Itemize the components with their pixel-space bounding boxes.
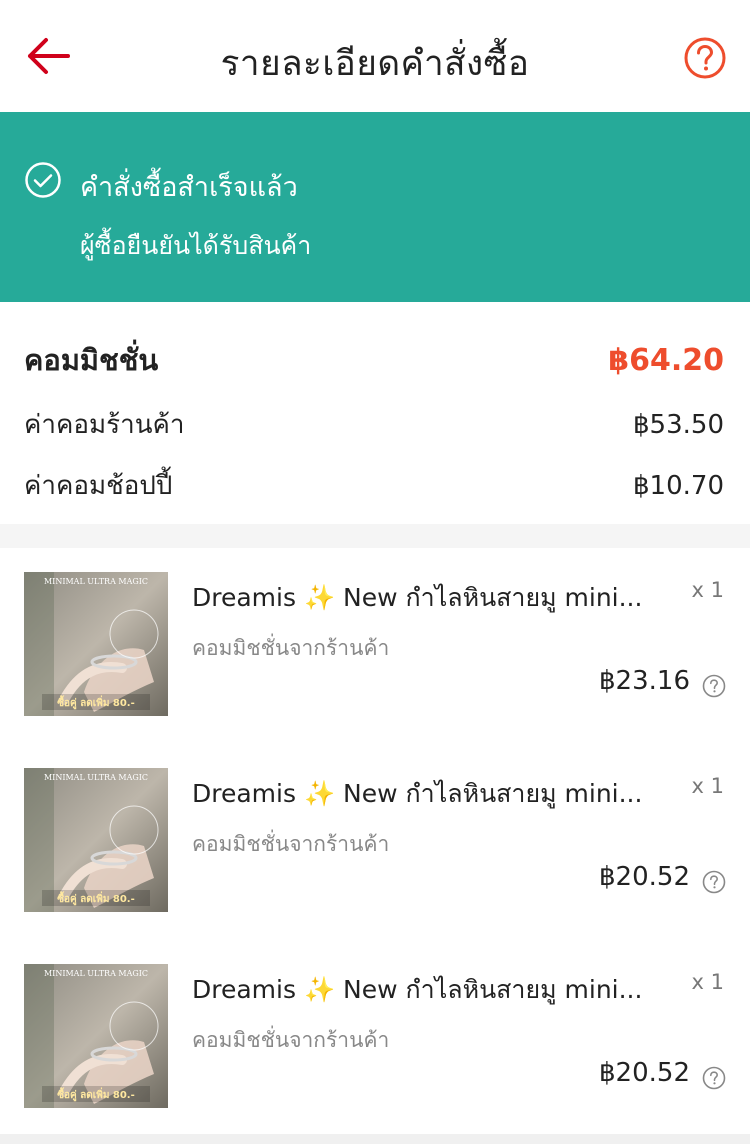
product-title-text: New กำไลหินสายมู mini... <box>335 975 643 1004</box>
shop-commission-row: ค่าคอมร้านค้า ฿53.50 <box>24 404 724 445</box>
shop-commission-value: ฿53.50 <box>633 409 724 440</box>
question-circle-icon[interactable] <box>702 870 726 894</box>
item-price-row: ฿20.52 <box>599 1056 726 1090</box>
thumb-caption-top: MINIMAL ULTRA MAGIC <box>44 969 148 978</box>
item-price-row: ฿20.52 <box>599 860 726 894</box>
commission-total-label: คอมมิชชั่น <box>24 343 159 377</box>
shop-commission-label: ค่าคอมร้านค้า <box>24 410 185 440</box>
section-divider <box>0 524 750 548</box>
item-commission-label: คอมมิชชั่นจากร้านค้า <box>192 832 390 856</box>
product-title: Dreamis ✨ New กำไลหินสายมู mini... <box>192 970 672 1010</box>
product-title-brand: Dreamis <box>192 975 304 1004</box>
product-title: Dreamis ✨ New กำไลหินสายมู mini... <box>192 774 672 814</box>
shopee-commission-row: ค่าคอมช้อปปี้ ฿10.70 <box>24 465 724 506</box>
list-item[interactable]: MINIMAL ULTRA MAGIC ซื้อคู่ ลดเพิ่ม 80.-… <box>0 744 750 940</box>
shopee-commission-value: ฿10.70 <box>633 470 724 501</box>
item-commission-value: ฿20.52 <box>599 862 690 892</box>
order-status-banner: คำสั่งซื้อสำเร็จแล้ว ผู้ซื้อยืนยันได้รับ… <box>0 112 750 302</box>
item-commission-value: ฿23.16 <box>599 666 690 696</box>
item-price-row: ฿23.16 <box>599 664 726 698</box>
product-thumbnail: MINIMAL ULTRA MAGIC ซื้อคู่ ลดเพิ่ม 80.- <box>24 572 168 716</box>
check-circle-icon <box>25 162 61 198</box>
question-circle-icon[interactable] <box>702 1066 726 1090</box>
question-circle-icon <box>684 37 726 79</box>
thumb-caption-bottom: ซื้อคู่ ลดเพิ่ม 80.- <box>57 891 135 906</box>
commission-summary: คอมมิชชั่น ฿64.20 ค่าคอมร้านค้า ฿53.50 ค… <box>0 302 750 524</box>
status-title: คำสั่งซื้อสำเร็จแล้ว <box>80 172 298 203</box>
product-title-text: New กำไลหินสายมู mini... <box>335 583 643 612</box>
thumb-caption-top: MINIMAL ULTRA MAGIC <box>44 577 148 586</box>
sparkle-icon: ✨ <box>303 583 336 612</box>
top-nav-bar: รายละเอียดคำสั่งซื้อ <box>0 0 750 112</box>
product-title-text: New กำไลหินสายมู mini... <box>335 779 643 808</box>
thumb-caption-bottom: ซื้อคู่ ลดเพิ่ม 80.- <box>57 1087 135 1102</box>
item-commission-label: คอมมิชชั่นจากร้านค้า <box>192 1028 390 1052</box>
shopee-commission-label: ค่าคอมช้อปปี้ <box>24 471 173 501</box>
page-title: รายละเอียดคำสั่งซื้อ <box>220 44 530 84</box>
quantity: x 1 <box>691 578 724 602</box>
section-divider <box>0 1134 750 1144</box>
product-title: Dreamis ✨ New กำไลหินสายมู mini... <box>192 578 672 618</box>
thumb-caption-top: MINIMAL ULTRA MAGIC <box>44 773 148 782</box>
status-subtitle: ผู้ซื้อยืนยันได้รับสินค้า <box>80 231 312 260</box>
product-thumbnail: MINIMAL ULTRA MAGIC ซื้อคู่ ลดเพิ่ม 80.- <box>24 964 168 1108</box>
question-circle-icon[interactable] <box>702 674 726 698</box>
list-item[interactable]: MINIMAL ULTRA MAGIC ซื้อคู่ ลดเพิ่ม 80.-… <box>0 548 750 744</box>
product-thumbnail: MINIMAL ULTRA MAGIC ซื้อคู่ ลดเพิ่ม 80.- <box>24 768 168 912</box>
sparkle-icon: ✨ <box>303 975 336 1004</box>
commission-total-value: ฿64.20 <box>608 342 724 378</box>
thumb-caption-bottom: ซื้อคู่ ลดเพิ่ม 80.- <box>57 695 135 710</box>
item-commission-label: คอมมิชชั่นจากร้านค้า <box>192 636 390 660</box>
item-commission-value: ฿20.52 <box>599 1058 690 1088</box>
list-item[interactable]: MINIMAL ULTRA MAGIC ซื้อคู่ ลดเพิ่ม 80.-… <box>0 940 750 1136</box>
sparkle-icon: ✨ <box>303 779 336 808</box>
product-title-brand: Dreamis <box>192 779 304 808</box>
quantity: x 1 <box>691 970 724 994</box>
product-title-brand: Dreamis <box>192 583 304 612</box>
help-button[interactable] <box>683 36 727 80</box>
quantity: x 1 <box>691 774 724 798</box>
commission-total-row: คอมมิชชั่น ฿64.20 <box>24 337 724 383</box>
